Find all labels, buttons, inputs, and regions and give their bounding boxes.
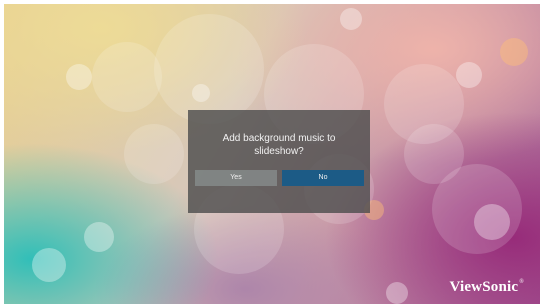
music-prompt-dialog: Add background music to slideshow? Yes N…: [188, 110, 370, 213]
bokeh-circle: [386, 282, 408, 304]
bokeh-circle: [456, 62, 482, 88]
bokeh-circle: [340, 8, 362, 30]
bokeh-circle: [124, 124, 184, 184]
no-button[interactable]: No: [282, 170, 364, 186]
bokeh-circle: [154, 14, 264, 124]
bokeh-circle: [66, 64, 92, 90]
bokeh-circle: [500, 38, 528, 66]
bokeh-circle: [32, 248, 66, 282]
bokeh-circle: [192, 84, 210, 102]
logo-text: ViewSonic: [449, 279, 519, 295]
bokeh-circle: [92, 42, 162, 112]
trademark-symbol: ®: [519, 279, 524, 285]
bokeh-circle: [432, 164, 522, 254]
viewsonic-logo: ViewSonic®: [449, 279, 524, 296]
dialog-message-line2: slideshow?: [254, 146, 304, 157]
yes-button[interactable]: Yes: [195, 170, 277, 186]
bokeh-circle: [84, 222, 114, 252]
dialog-message-line1: Add background music to: [222, 133, 336, 144]
dialog-message: Add background music to slideshow?: [188, 132, 370, 158]
slideshow-background: Add background music to slideshow? Yes N…: [4, 4, 540, 304]
